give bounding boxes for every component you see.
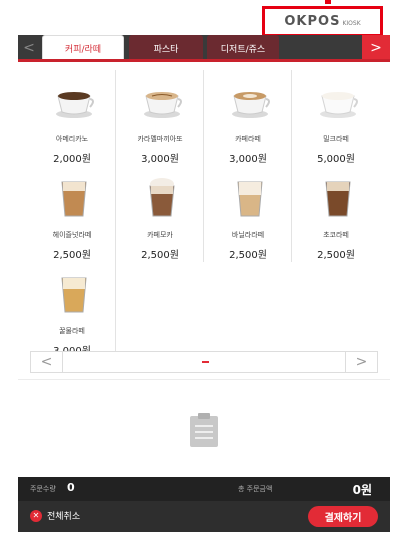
glass-hazelnut-icon [61,181,87,217]
order-list [18,379,390,475]
tab-next-button[interactable]: > [362,35,390,61]
order-amount-value: 0원 [352,483,372,497]
menu-item-name: 카페모카 [147,231,173,239]
page-indicator [202,361,209,363]
menu-item-name: 아메리카노 [55,135,89,143]
glass-choco-icon [325,181,351,217]
order-qty-value: 0 [67,481,75,494]
order-summary-bar: 주문수량 0 총 주문금액 0원 [18,477,390,501]
menu-item[interactable]: 밀크라떼 5,000원 [292,70,380,166]
cup-americano-icon [56,92,94,118]
tab-prev-button[interactable]: < [18,35,40,61]
glass-vanilla-icon [237,181,263,217]
clipboard-icon [190,413,218,447]
menu-item-price: 2,500원 [229,250,267,261]
tab-pasta[interactable]: 파스타 [129,35,203,61]
menu-item[interactable]: 카라멜마끼아또 3,000원 [116,70,204,166]
menu-item[interactable]: 카페모카 2,500원 [116,166,204,262]
menu-item[interactable]: 헤이즐넛라떼 2,500원 [28,166,116,262]
kiosk-screen: OKPOS KIOSK < 커피/라떼 파스타 디저트/쥬스 > 아메리카노 2… [0,0,397,537]
cancel-all-label: 전체취소 [47,512,81,522]
menu-grid: 아메리카노 2,000원 카라멜마끼아또 3,000원 카페라떼 3,000원 … [28,70,390,358]
menu-item-name: 바닐라라떼 [231,231,265,239]
menu-item[interactable]: 카페라떼 3,000원 [204,70,292,166]
menu-item-price: 2,500원 [141,250,179,261]
menu-item-price: 5,000원 [317,154,355,165]
menu-item-name: 카라멜마끼아또 [137,135,183,143]
close-circle-icon: ✕ [30,509,42,522]
logo-sub-text: KIOSK [342,19,361,27]
menu-item-price: 2,500원 [53,250,91,261]
menu-item-name: 카페라떼 [235,135,261,143]
page-prev-button[interactable]: < [31,352,63,372]
menu-item-name: 꿀물라떼 [59,327,85,335]
menu-pager: < > [30,351,378,373]
menu-item-price: 2,500원 [317,250,355,261]
menu-item[interactable]: 바닐라라떼 2,500원 [204,166,292,262]
page-next-button[interactable]: > [345,352,377,372]
tab-dessert-juice[interactable]: 디저트/쥬스 [207,35,279,61]
order-amount-label: 총 주문금액 [238,485,273,493]
okpos-logo: OKPOS KIOSK [262,6,383,37]
action-bar: ✕ 전체취소 결제하기 [18,501,390,532]
menu-item-price: 3,000원 [229,154,267,165]
cup-milk-icon [320,92,358,118]
logo-main-text: OKPOS [284,14,341,29]
menu-item[interactable]: 꿀물라떼 3,000원 [28,262,116,358]
order-qty-label: 주문수량 [30,485,56,493]
menu-item[interactable]: 아메리카노 2,000원 [28,70,116,166]
cup-caramel-icon [144,92,182,118]
cup-latte-icon [232,92,270,118]
tab-coffee-latte[interactable]: 커피/라떼 [42,35,124,61]
category-tab-strip: < 커피/라떼 파스타 디저트/쥬스 > [18,35,390,61]
glass-mocha-icon [149,178,175,217]
tab-underline [18,59,390,62]
cancel-all-button[interactable]: ✕ 전체취소 [30,509,80,522]
menu-item-price: 3,000원 [141,154,179,165]
pay-button[interactable]: 결제하기 [308,506,378,527]
menu-item-price: 2,000원 [53,154,91,165]
menu-item-name: 헤이즐넛라떼 [52,231,92,239]
menu-item[interactable]: 초코라떼 2,500원 [292,166,380,262]
menu-item-name: 초코라떼 [323,231,349,239]
glass-honey-icon [61,277,87,313]
menu-item-name: 밀크라떼 [323,135,349,143]
